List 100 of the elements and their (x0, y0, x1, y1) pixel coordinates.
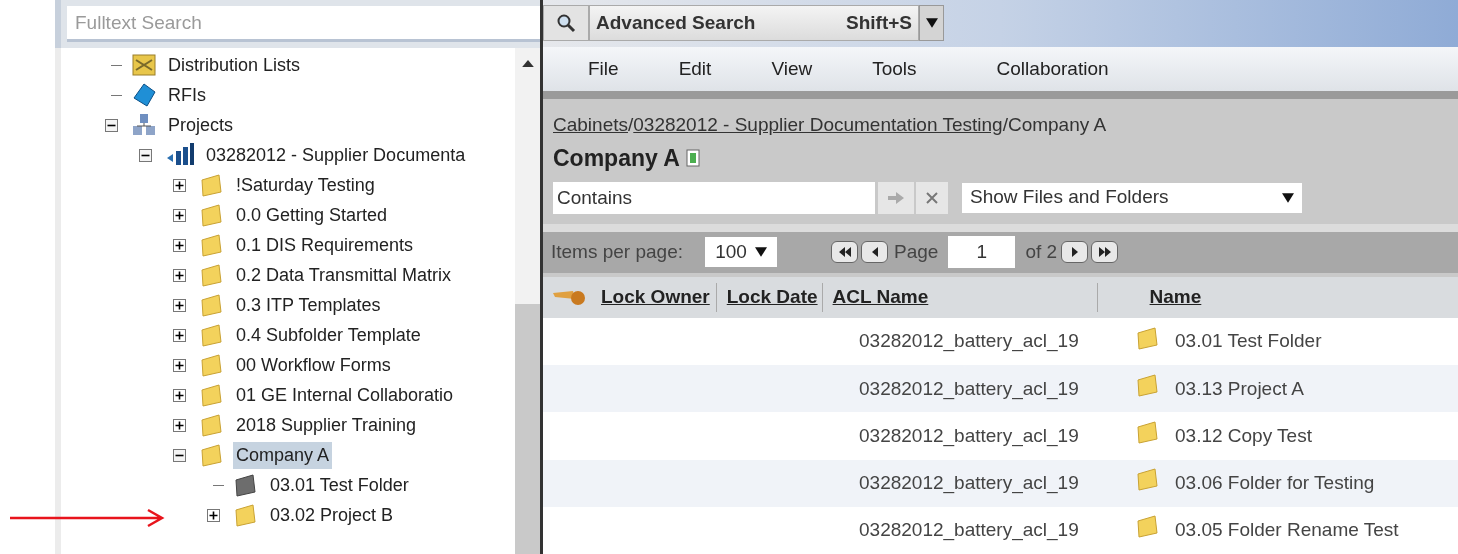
folder-icon (199, 232, 225, 258)
double-arrow-icon (1096, 245, 1113, 260)
menu-item[interactable]: Edit (678, 54, 712, 84)
tree-item[interactable]: Projects (165, 111, 237, 139)
menu-item[interactable]: File (588, 54, 619, 84)
expand-icon[interactable] (172, 328, 186, 342)
folder-title: Company A (553, 144, 680, 174)
folder-icon (1135, 324, 1161, 351)
tree-item[interactable]: Company A (233, 441, 333, 469)
table-cell-text: 03282012_battery_acl_19 (859, 423, 1080, 449)
caret-icon (925, 18, 938, 28)
tree-item[interactable]: 03.01 Test Folder (267, 471, 412, 499)
caret-icon (1282, 192, 1294, 203)
menu-item[interactable]: Tools (872, 54, 917, 84)
table-cell-text: 03.13 Project A (1175, 376, 1304, 401)
clear-button[interactable] (916, 181, 948, 214)
tree-item[interactable]: 01 GE Internal Collaboratio (233, 381, 457, 409)
folder-icon (199, 202, 225, 228)
menu-item[interactable]: Collaboration (996, 54, 1109, 84)
column-header[interactable]: Lock Owner (601, 283, 717, 312)
breadcrumb-separator: / (628, 113, 634, 135)
tree-item[interactable]: RFIs (165, 81, 209, 109)
next-page-button[interactable] (1061, 241, 1089, 264)
table-cell-text: 03282012_battery_acl_19 (859, 376, 1080, 402)
expand-icon[interactable] (172, 418, 186, 432)
signal-icon (165, 142, 195, 168)
tree-item[interactable]: 03.02 Project B (267, 501, 397, 529)
folder-icon (199, 322, 225, 348)
folder-icon (1135, 466, 1161, 493)
folder-icon (199, 172, 225, 198)
breadcrumb-separator: / (1002, 113, 1008, 135)
tree-item[interactable]: Distribution Lists (165, 51, 304, 79)
expand-icon[interactable] (172, 238, 186, 252)
table-cell-text: 03282012_battery_acl_19 (859, 471, 1080, 496)
column-header[interactable]: Name (1149, 283, 1202, 312)
collapse-icon[interactable] (104, 118, 118, 132)
tree-item[interactable]: 00 Workflow Forms (233, 351, 394, 379)
table-cell-text: 03.01 Test Folder (1175, 329, 1322, 354)
expand-icon[interactable] (172, 298, 186, 312)
page-field[interactable]: 1 (948, 236, 1016, 269)
previous-page-button[interactable] (861, 241, 889, 264)
expand-icon[interactable] (172, 358, 186, 372)
table-cell-text: 03.05 Folder Rename Test (1175, 518, 1399, 543)
network-icon (131, 112, 157, 138)
collapse-icon[interactable] (172, 448, 186, 462)
caret-icon (754, 247, 767, 258)
tree-item[interactable]: 03282012 - Supplier Documenta (203, 141, 469, 169)
page-label: Page (894, 239, 939, 264)
folder-icon (233, 472, 259, 498)
tree-item[interactable]: 0.0 Getting Started (233, 201, 391, 229)
list-icon (131, 52, 157, 78)
breadcrumb-link[interactable]: 03282012 - Supplier Documentation Testing (633, 113, 1003, 135)
filter-field[interactable]: Contains (553, 181, 875, 214)
items-per-page-label: Items per page: (551, 239, 684, 264)
table-cell-text: 03.06 Folder for Testing (1175, 471, 1375, 495)
column-header[interactable]: Lock Date (726, 283, 823, 312)
breadcrumb-link[interactable]: Cabinets (553, 113, 628, 135)
folder-icon (199, 352, 225, 378)
search-button[interactable] (543, 5, 589, 41)
close-icon (926, 191, 938, 204)
items-per-page-select[interactable]: 100 (705, 237, 778, 268)
folder-icon (199, 412, 225, 438)
scroll-up-icon[interactable] (521, 60, 534, 67)
expand-icon[interactable] (172, 208, 186, 222)
search-field[interactable]: Fulltext Search (67, 6, 540, 42)
table-cell-text: 03282012_battery_acl_19 (859, 329, 1080, 354)
expand-icon[interactable] (172, 178, 186, 192)
advanced-search-button[interactable]: Advanced Search Shift+S (589, 5, 919, 41)
column-header[interactable]: ACL Name (832, 283, 1098, 312)
folder-icon (1135, 371, 1161, 398)
last-page-button[interactable] (1091, 241, 1119, 264)
menu-item[interactable]: View (771, 54, 813, 84)
expand-icon[interactable] (206, 508, 220, 522)
document-icon[interactable] (685, 149, 700, 168)
folder-icon (199, 292, 225, 318)
page-count: of 2 (1025, 239, 1058, 264)
tree-item[interactable]: 0.1 DIS Requirements (233, 231, 417, 259)
tree-item[interactable]: 0.4 Subfolder Template (233, 321, 424, 349)
tree-item[interactable]: 0.3 ITP Templates (233, 291, 384, 319)
tree-item[interactable]: !Saturday Testing (233, 171, 378, 199)
tree-item[interactable]: 0.2 Data Transmittal Matrix (233, 261, 455, 289)
collapse-icon[interactable] (138, 148, 152, 162)
breadcrumb-current: Company A (1007, 113, 1107, 135)
tree-item[interactable]: 2018 Supplier Training (233, 411, 420, 439)
folder-icon (199, 262, 225, 288)
expand-icon[interactable] (172, 388, 186, 402)
dropdown-button[interactable] (919, 5, 944, 41)
folder-icon (199, 442, 225, 468)
table-cell-text: 03282012_battery_acl_19 (859, 518, 1080, 543)
expand-icon[interactable] (172, 268, 186, 282)
cube-icon (131, 82, 157, 108)
first-page-button[interactable] (831, 241, 859, 264)
folder-icon (1135, 419, 1161, 446)
folder-icon (199, 382, 225, 408)
scrollbar[interactable] (515, 48, 540, 554)
arrow-icon (888, 191, 904, 204)
view-select[interactable]: Show Files and Folders (962, 182, 1302, 213)
search-icon (556, 13, 576, 33)
folder-icon (233, 502, 259, 528)
folder-icon (1135, 513, 1161, 540)
